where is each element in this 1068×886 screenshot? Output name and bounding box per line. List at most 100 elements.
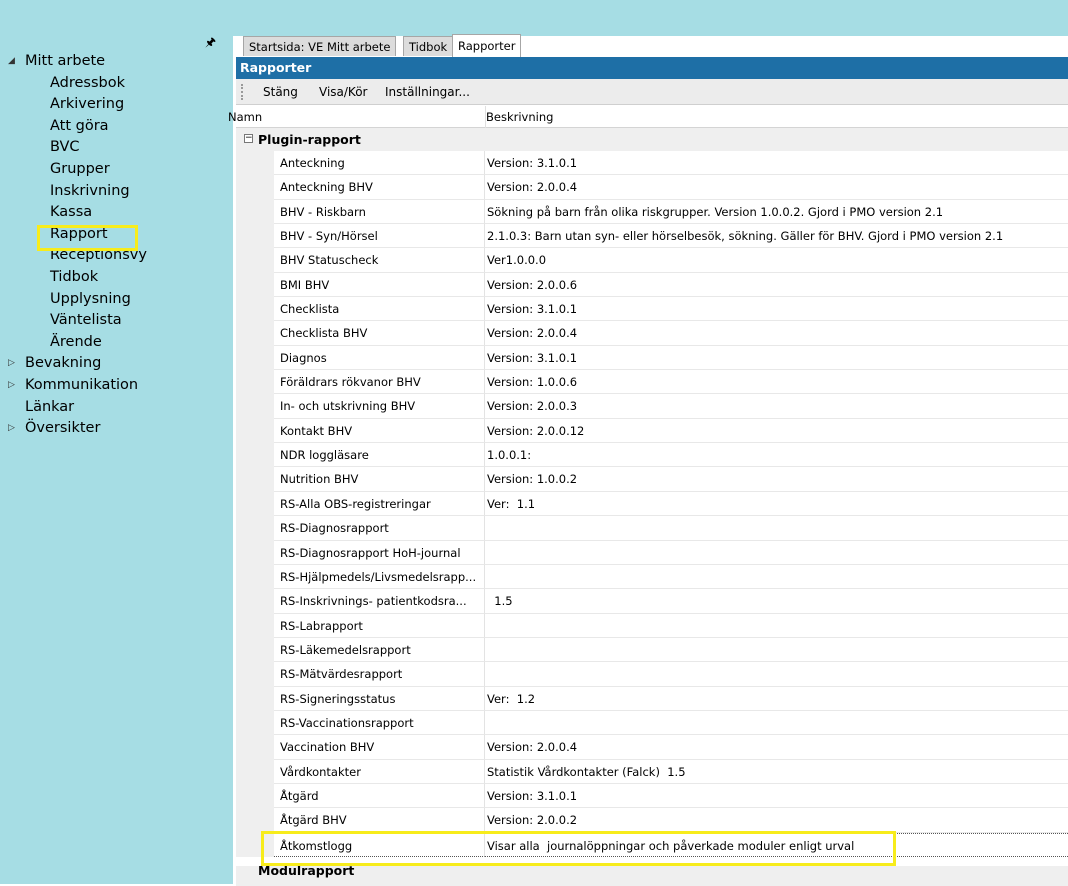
cell-name[interactable]: RS-Inskrivnings- patientkodsra... [274,589,485,614]
cell-description[interactable]: Version: 3.1.0.1 [485,346,1068,371]
settings-button[interactable]: Inställningar... [385,79,470,105]
cell-description[interactable] [485,516,1068,541]
table-row[interactable]: BHV - Syn/Hörsel 2.1.0.3: Barn utan syn- … [236,224,1068,249]
nav-item[interactable]: Länkar [0,397,233,419]
nav-item[interactable]: Arkivering [0,94,233,116]
nav-item[interactable]: ▷ Översikter [0,418,233,440]
table-row[interactable]: BMI BHV Version: 2.0.0.6 [236,272,1068,298]
cell-name[interactable]: RS-Diagnosrapport [274,516,485,541]
tab-rapporter[interactable]: Rapporter [452,34,522,58]
cell-name[interactable]: Nutrition BHV [274,467,485,492]
cell-description[interactable]: Version: 2.0.0.4 [485,735,1068,760]
cell-description[interactable]: Version: 1.0.0.6 [485,370,1068,395]
table-row[interactable]: Checklista Version: 3.1.0.1 [236,297,1068,322]
table-row[interactable]: RS-Labrapport [236,613,1068,638]
tab-tidbok[interactable]: Tidbok [403,36,454,56]
column-header-description[interactable]: Beskrivning [485,106,553,128]
table-row[interactable]: RS-Läkemedelsrapport [236,637,1068,663]
cell-description[interactable]: Ver: 1.1 [485,492,1068,517]
cell-description[interactable]: Version: 2.0.0.12 [485,419,1068,444]
close-button[interactable]: Stäng [263,79,298,105]
cell-description[interactable]: Version: 2.0.0.2 [485,808,1068,833]
nav-item[interactable]: Grupper [0,159,233,181]
cell-name[interactable]: RS-Diagnosrapport HoH-journal [274,540,485,565]
nav-item[interactable]: ◢ Mitt arbete [0,51,233,73]
cell-description[interactable] [485,638,1068,663]
table-row[interactable]: In- och utskrivning BHV Version: 2.0.0.3 [236,394,1068,419]
cell-description[interactable] [485,662,1068,687]
table-row[interactable]: Diagnos Version: 3.1.0.1 [236,345,1068,371]
cell-name[interactable]: BMI BHV [274,272,485,298]
cell-description[interactable] [485,565,1068,590]
table-row[interactable]: Checklista BHV Version: 2.0.0.4 [236,321,1068,346]
table-row[interactable]: Nutrition BHV Version: 1.0.0.2 [236,467,1068,492]
table-row[interactable]: Anteckning BHV Version: 2.0.0.4 [236,175,1068,200]
collapsed-triangle-icon[interactable]: ▷ [8,353,20,375]
cell-name[interactable]: Anteckning BHV [274,175,485,200]
cell-description[interactable]: 1.0.0.1: [485,443,1068,468]
nav-item[interactable]: Väntelista [0,310,233,332]
toolbar-grip-icon[interactable] [241,84,246,100]
cell-description[interactable]: Version: 1.0.0.2 [485,467,1068,492]
table-row[interactable]: Vårdkontakter Statistik Vårdkontakter (Fa… [236,759,1068,784]
nav-item[interactable]: Tidbok [0,267,233,289]
collapsed-triangle-icon[interactable]: ▷ [8,418,20,440]
nav-item[interactable]: Kassa [0,202,233,224]
cell-name[interactable]: In- och utskrivning BHV [274,394,485,419]
expanded-triangle-icon[interactable]: ◢ [8,51,20,73]
cell-name[interactable]: RS-Alla OBS-registreringar [274,491,485,517]
collapse-icon[interactable]: − [244,134,253,143]
group-row-plugin-rapport[interactable]: − Plugin-rapport [236,128,1068,151]
cell-name[interactable]: BHV - Riskbarn [274,199,485,225]
cell-name[interactable]: Checklista BHV [274,321,485,346]
cell-description[interactable]: Ver1.0.0.0 [485,248,1068,273]
table-row[interactable]: RS-Signeringsstatus Ver: 1.2 [236,686,1068,711]
nav-item[interactable]: ▷ Kommunikation [0,375,233,397]
nav-item[interactable]: Upplysning [0,289,233,311]
table-row[interactable]: BHV Statuscheck Ver1.0.0.0 [236,248,1068,273]
table-row[interactable]: RS-Alla OBS-registreringar Ver: 1.1 [236,491,1068,517]
cell-name[interactable]: RS-Mätvärdesrapport [274,662,485,687]
cell-description[interactable]: 2.1.0.3: Barn utan syn- eller hörselbesö… [485,224,1068,249]
cell-name[interactable]: BHV Statuscheck [274,248,485,273]
cell-name[interactable]: Diagnos [274,345,485,371]
table-row[interactable]: NDR loggläsare 1.0.0.1: [236,443,1068,468]
nav-item[interactable]: Ärende [0,332,233,354]
table-row[interactable]: Vaccination BHV Version: 2.0.0.4 [236,735,1068,760]
cell-name[interactable]: Checklista [274,297,485,322]
cell-name[interactable]: Åtgärd BHV [274,808,485,833]
table-row[interactable]: Åtgärd BHV Version: 2.0.0.2 [236,808,1068,833]
cell-description[interactable] [485,711,1068,736]
table-row[interactable]: RS-Diagnosrapport [236,516,1068,541]
nav-item[interactable]: ▷ Bevakning [0,353,233,375]
nav-item[interactable]: BVC [0,137,233,159]
cell-name[interactable]: Vårdkontakter [274,759,485,784]
cell-description[interactable] [485,541,1068,565]
cell-description[interactable]: Version: 2.0.0.6 [485,273,1068,298]
tab-startsida[interactable]: Startsida: VE Mitt arbete [243,36,397,56]
table-row[interactable]: Åtgärd Version: 3.1.0.1 [236,783,1068,809]
table-row[interactable]: RS-Mätvärdesrapport [236,662,1068,687]
collapsed-triangle-icon[interactable]: ▷ [8,375,20,397]
cell-name[interactable]: Kontakt BHV [274,418,485,444]
cell-name[interactable]: BHV - Syn/Hörsel [274,224,485,249]
cell-description[interactable]: Statistik Vårdkontakter (Falck) 1.5 [485,760,1068,784]
cell-description[interactable]: Sökning på barn från olika riskgrupper. … [485,200,1068,225]
table-row[interactable]: BHV - Riskbarn Sökning på barn från olika… [236,199,1068,225]
cell-description[interactable]: Version: 2.0.0.4 [485,321,1068,346]
table-row[interactable]: Anteckning Version: 3.1.0.1 [236,151,1068,176]
cell-name[interactable]: Åtgärd [274,783,485,809]
cell-name[interactable]: RS-Signeringsstatus [274,686,485,711]
nav-item[interactable]: Inskrivning [0,181,233,203]
column-header-name[interactable]: Namn [228,106,262,128]
table-row[interactable]: RS-Diagnosrapport HoH-journal [236,540,1068,565]
table-row[interactable]: RS-Inskrivnings- patientkodsra... 1.5 [236,589,1068,614]
cell-name[interactable]: Anteckning [274,151,485,176]
cell-description[interactable]: 1.5 [485,589,1068,614]
cell-description[interactable]: Version: 2.0.0.3 [485,394,1068,419]
cell-description[interactable]: Version: 3.1.0.1 [485,297,1068,322]
table-row[interactable]: Kontakt BHV Version: 2.0.0.12 [236,418,1068,444]
cell-name[interactable]: RS-Hjälpmedels/Livsmedelsrapp... [274,564,485,590]
cell-name[interactable]: RS-Läkemedelsrapport [274,637,485,663]
nav-item[interactable]: Adressbok [0,73,233,95]
